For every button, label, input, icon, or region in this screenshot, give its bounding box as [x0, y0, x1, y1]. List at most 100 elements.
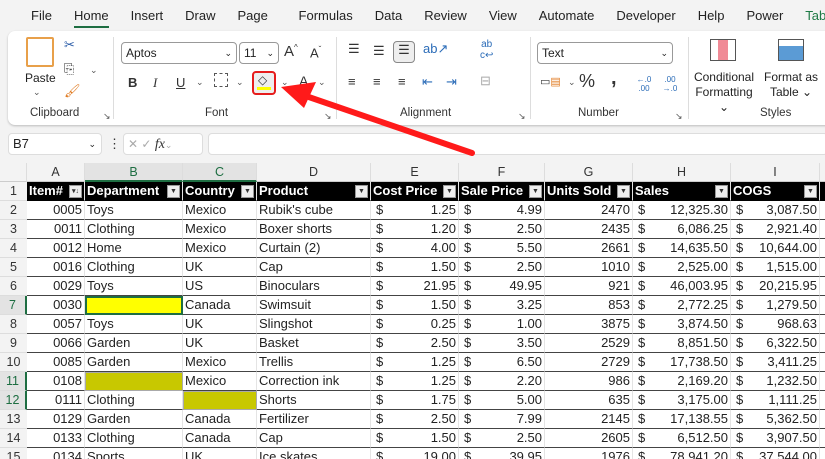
cell-H9[interactable]: $8,851.50	[633, 334, 731, 353]
cell-E14[interactable]: $1.50	[371, 429, 459, 448]
cell-A8[interactable]: 0057	[27, 315, 85, 334]
cell-F6[interactable]: $49.95	[459, 277, 545, 296]
cell-I10[interactable]: $3,411.25	[731, 353, 820, 372]
cell-E4[interactable]: $4.00	[371, 239, 459, 258]
filter-dropdown-icon[interactable]: ▼	[167, 185, 180, 198]
insert-function-button[interactable]: fx	[155, 137, 165, 152]
cell-D4[interactable]: Curtain (2)	[257, 239, 371, 258]
cell-G5[interactable]: 1010	[545, 258, 633, 277]
select-all-corner[interactable]	[0, 163, 27, 182]
cell-B13[interactable]: Garden	[85, 410, 183, 429]
cell-B12[interactable]: Clothing	[85, 391, 183, 410]
filter-dropdown-icon[interactable]: ▼	[355, 185, 368, 198]
cell-H12[interactable]: $3,175.00	[633, 391, 731, 410]
row-header-9[interactable]: 9	[0, 334, 27, 353]
cell-H6[interactable]: $46,003.95	[633, 277, 731, 296]
formula-input[interactable]	[208, 133, 825, 155]
cell-E11[interactable]: $1.25	[371, 372, 459, 391]
fill-color-button[interactable]: ◇	[252, 71, 276, 95]
tab-review[interactable]: Review	[413, 0, 478, 32]
cell-G4[interactable]: 2661	[545, 239, 633, 258]
table-header-cell[interactable]: Cost Price ▼	[371, 182, 459, 201]
cell-D14[interactable]: Cap	[257, 429, 371, 448]
cell-G3[interactable]: 2435	[545, 220, 633, 239]
tab-formulas[interactable]: Formulas	[288, 0, 364, 32]
row-header-3[interactable]: 3	[0, 220, 27, 239]
cell-B5[interactable]: Clothing	[85, 258, 183, 277]
cell-C12[interactable]	[183, 391, 257, 410]
cell-C3[interactable]: Mexico	[183, 220, 257, 239]
name-box[interactable]: B7 ⌄	[8, 133, 102, 155]
filter-dropdown-icon[interactable]: ▼	[715, 185, 728, 198]
cell-F10[interactable]: $6.50	[459, 353, 545, 372]
cell-E10[interactable]: $1.25	[371, 353, 459, 372]
cell-F7[interactable]: $3.25	[459, 296, 545, 315]
cell-F9[interactable]: $3.50	[459, 334, 545, 353]
cell-J2[interactable]	[820, 201, 825, 220]
cell-B4[interactable]: Home	[85, 239, 183, 258]
align-left-icon[interactable]: ≡	[348, 74, 356, 89]
cell-F15[interactable]: $39.95	[459, 448, 545, 459]
font-launcher-icon[interactable]: ↘	[324, 111, 332, 122]
cell-B6[interactable]: Toys	[85, 277, 183, 296]
column-header-F[interactable]: F	[459, 163, 545, 182]
cell-G14[interactable]: 2605	[545, 429, 633, 448]
cell-D15[interactable]: Ice skates	[257, 448, 371, 459]
cell-B14[interactable]: Clothing	[85, 429, 183, 448]
cell-D13[interactable]: Fertilizer	[257, 410, 371, 429]
cell-E3[interactable]: $1.20	[371, 220, 459, 239]
increase-decimal-button[interactable]: ←.0 .00	[634, 75, 654, 93]
cell-J12[interactable]	[820, 391, 825, 410]
cell-F8[interactable]: $1.00	[459, 315, 545, 334]
alignment-launcher-icon[interactable]: ↘	[518, 111, 526, 122]
cell-E7[interactable]: $1.50	[371, 296, 459, 315]
cell-A2[interactable]: 0005	[27, 201, 85, 220]
cell-I6[interactable]: $20,215.95	[731, 277, 820, 296]
cell-J7[interactable]	[820, 296, 825, 315]
align-right-icon[interactable]: ≡	[398, 74, 406, 89]
cell-C7[interactable]: Canada	[183, 296, 257, 315]
align-center-icon[interactable]: ≡	[373, 74, 381, 89]
table-header-cell[interactable]: Units Sold ▼	[545, 182, 633, 201]
paste-icon[interactable]	[26, 37, 54, 67]
cell-G9[interactable]: 2529	[545, 334, 633, 353]
cell-A5[interactable]: 0016	[27, 258, 85, 277]
wrap-text-icon[interactable]: ab c↩	[480, 39, 493, 61]
percent-button[interactable]: %	[579, 71, 595, 92]
cell-H3[interactable]: $6,086.25	[633, 220, 731, 239]
tab-insert[interactable]: Insert	[120, 0, 175, 32]
column-header-C[interactable]: C	[183, 163, 257, 182]
cell-C9[interactable]: UK	[183, 334, 257, 353]
tab-page-layout[interactable]: Page Layout	[227, 0, 288, 55]
cell-I7[interactable]: $1,279.50	[731, 296, 820, 315]
borders-dropdown-icon[interactable]: ⌄	[236, 77, 244, 88]
tab-draw[interactable]: Draw	[174, 0, 226, 32]
conditional-formatting-icon[interactable]	[710, 39, 736, 61]
column-header-G[interactable]: G	[545, 163, 633, 182]
column-header-E[interactable]: E	[371, 163, 459, 182]
cell-A10[interactable]: 0085	[27, 353, 85, 372]
italic-button[interactable]: I	[153, 75, 157, 91]
filter-dropdown-icon[interactable]: ▼	[804, 185, 817, 198]
cell-E5[interactable]: $1.50	[371, 258, 459, 277]
row-header-7[interactable]: 7	[0, 296, 27, 315]
cell-A12[interactable]: 0111	[27, 391, 85, 410]
cell-A6[interactable]: 0029	[27, 277, 85, 296]
row-header-10[interactable]: 10	[0, 353, 27, 372]
cell-A9[interactable]: 0066	[27, 334, 85, 353]
font-name-dropdown[interactable]: Aptos ⌄	[121, 42, 237, 64]
cell-H7[interactable]: $2,772.25	[633, 296, 731, 315]
column-header-J[interactable]	[820, 163, 825, 182]
cell-A3[interactable]: 0011	[27, 220, 85, 239]
cell-B3[interactable]: Clothing	[85, 220, 183, 239]
cell-H5[interactable]: $2,525.00	[633, 258, 731, 277]
table-header-cell[interactable]: COGS ▼	[731, 182, 820, 201]
enter-icon[interactable]: ✓	[141, 137, 151, 151]
increase-indent-icon[interactable]: ⇥	[446, 74, 457, 90]
cell-J15[interactable]	[820, 448, 825, 459]
cell-H13[interactable]: $17,138.55	[633, 410, 731, 429]
cell-B2[interactable]: Toys	[85, 201, 183, 220]
cell-D10[interactable]: Trellis	[257, 353, 371, 372]
row-header-2[interactable]: 2	[0, 201, 27, 220]
cell-I11[interactable]: $1,232.50	[731, 372, 820, 391]
